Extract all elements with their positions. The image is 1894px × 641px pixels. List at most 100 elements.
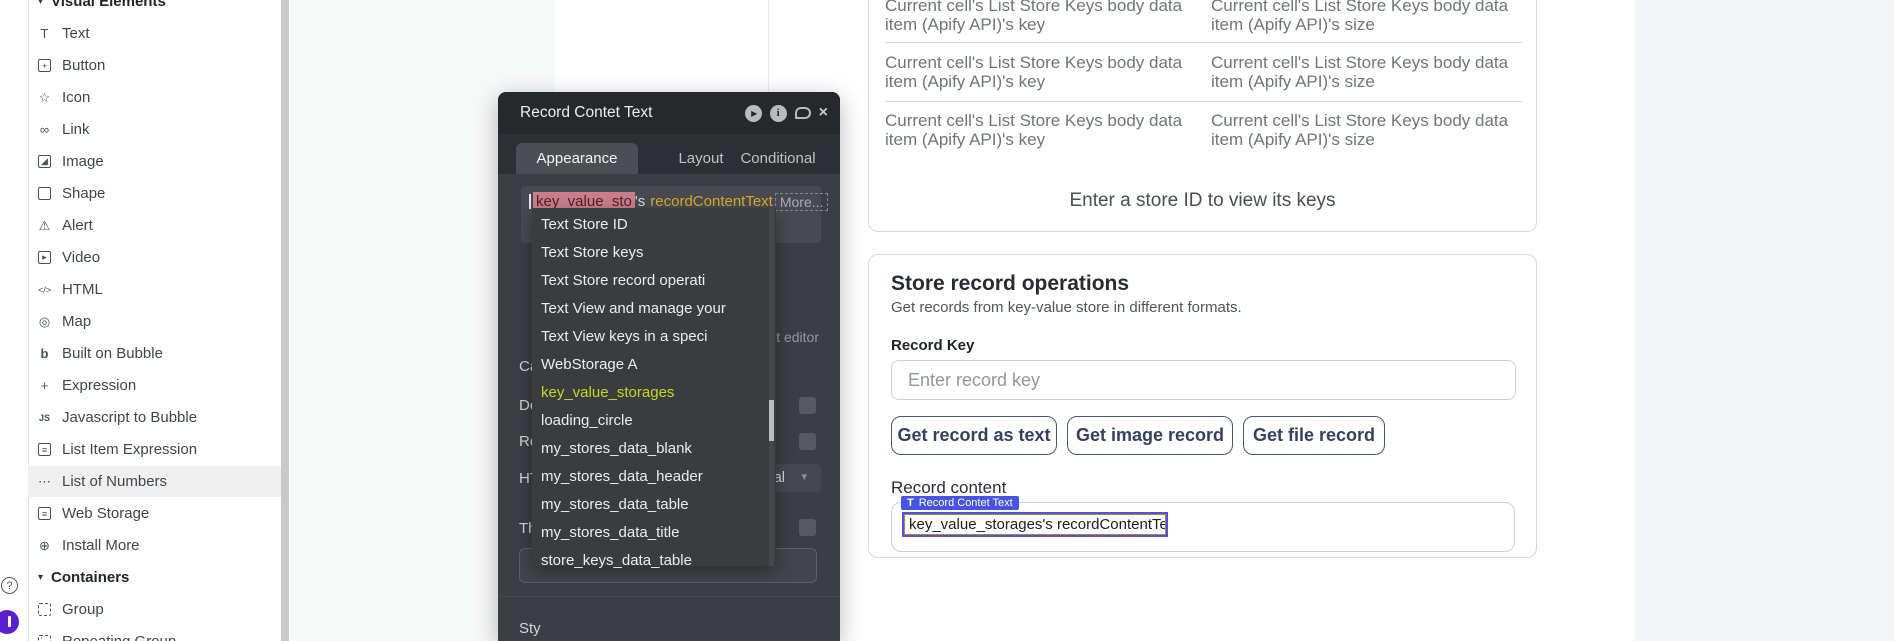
record-key-label: Record Key <box>891 337 974 354</box>
sidebar-item-icon[interactable]: ☆ Icon <box>28 82 281 113</box>
sidebar-item-label: Install More <box>62 537 140 554</box>
get-file-record-button[interactable]: Get file record <box>1243 416 1385 455</box>
alert-icon: ⚠ <box>36 217 53 234</box>
bubble-logo-icon: b <box>36 345 53 362</box>
dropdown-option-my-stores-data-header[interactable]: my_stores_data_header <box>532 463 776 490</box>
checkbox-unchecked[interactable] <box>799 519 816 536</box>
dropdown-option-webstorage-a[interactable]: WebStorage A <box>532 351 776 378</box>
comment-icon[interactable] <box>795 107 811 119</box>
record-content-label: Record content <box>891 478 1006 498</box>
sidebar-item-link[interactable]: ∞Link <box>28 114 281 145</box>
tab-conditional[interactable]: Conditional <box>716 143 840 174</box>
page-group-divider <box>768 0 769 92</box>
close-icon[interactable]: × <box>819 105 828 121</box>
dropdown-option-store-keys-data-table[interactable]: store_keys_data_table <box>532 547 776 574</box>
sidebar-item-built-on-bubble[interactable]: b Built on Bubble <box>28 338 281 369</box>
dropdown-option-my-stores-data-blank[interactable]: my_stores_data_blank <box>532 435 776 462</box>
keys-row-key-cell: Current cell's List Store Keys body data… <box>885 111 1207 149</box>
panel-tabbar: Appearance Layout Conditional <box>498 134 840 174</box>
button-icon: + <box>36 57 53 74</box>
sidebar-item-button[interactable]: + Button <box>28 50 281 81</box>
keys-row-key-cell: Current cell's List Store Keys body data… <box>885 0 1207 34</box>
sidebar-item-label: Button <box>62 57 105 74</box>
section-header-containers[interactable]: ▾Containers <box>28 562 281 593</box>
dropdown-scrollbar-thumb[interactable] <box>769 400 774 441</box>
sidebar-item-html[interactable]: </>HTML <box>28 274 281 305</box>
expression-cursor <box>529 194 531 209</box>
sidebar-item-label: Built on Bubble <box>62 345 163 362</box>
preview-icon[interactable]: ▶ <box>745 105 762 122</box>
dropdown-scrollbar-track <box>769 208 774 566</box>
chevron-down-icon: ▾ <box>801 470 807 483</box>
storage-icon: ≡ <box>36 505 53 522</box>
get-image-record-button[interactable]: Get image record <box>1067 416 1233 455</box>
sidebar-item-javascript-to-bubble[interactable]: JSJavascript to Bubble <box>28 402 281 433</box>
sidebar-item-label: Alert <box>62 217 93 234</box>
checkbox-unchecked[interactable] <box>799 433 816 450</box>
sidebar-item-label: Video <box>62 249 100 266</box>
sidebar-item-list-of-numbers[interactable]: ⋯List of Numbers <box>28 466 281 497</box>
selected-element-tag[interactable]: TRecord Contet Text <box>901 496 1019 510</box>
sidebar-item-label: Web Storage <box>62 505 149 522</box>
dropdown-option-text-view-keys-in-a-speci[interactable]: Text View keys in a speci <box>532 323 776 350</box>
clipboard-icon: ≡ <box>36 441 53 458</box>
sidebar-item-video[interactable]: ▸ Video <box>28 242 281 273</box>
sidebar-item-web-storage[interactable]: ≡ Web Storage <box>28 498 281 529</box>
text-element-icon: T <box>907 497 914 509</box>
sidebar-item-image[interactable]: ◢ Image <box>28 146 281 177</box>
shape-icon <box>36 185 53 202</box>
js-icon: JS <box>36 409 53 426</box>
selected-text-element[interactable]: key_value_storages's recordContentText <box>902 512 1168 537</box>
checkbox-unchecked[interactable] <box>799 397 816 414</box>
sidebar-item-list-item-expression[interactable]: ≡List Item Expression <box>28 434 281 465</box>
store-keys-card: Current cell's List Store Keys body data… <box>868 0 1537 232</box>
panel-titlebar[interactable]: Record Contet Text ▶ i × <box>498 92 840 134</box>
style-label-fragment: Sty <box>519 620 541 637</box>
canvas-right-gutter <box>1635 0 1894 641</box>
video-icon: ▸ <box>36 249 53 266</box>
dropdown-option-my-stores-data-table[interactable]: my_stores_data_table <box>532 491 776 518</box>
sidebar-item-repeating-group[interactable]: ⋱Repeating Group <box>28 626 281 641</box>
empty-state-message: Enter a store ID to view its keys <box>869 190 1536 212</box>
dropdown-option-key-value-storages[interactable]: key_value_storages <box>532 379 776 406</box>
divider <box>498 596 840 597</box>
element-palette: ▾Visual ElementsTText + Button ☆ Icon ∞Link ◢ I… <box>0 0 290 641</box>
section-header-visual-elements[interactable]: ▾Visual Elements <box>28 0 281 17</box>
sidebar-item-label: Icon <box>62 89 90 106</box>
sidebar-item-text[interactable]: TText <box>28 18 281 49</box>
expression-more-token[interactable]: More... <box>775 193 829 211</box>
image-icon: ◢ <box>36 153 53 170</box>
dropdown-option-loading-circle[interactable]: loading_circle <box>532 407 776 434</box>
sidebar-item-label: Image <box>62 153 104 170</box>
sidebar-item-expression[interactable]: + Expression <box>28 370 281 401</box>
plus-icon: + <box>36 377 53 394</box>
card-title: Store record operations <box>891 272 1129 296</box>
record-key-input[interactable] <box>891 360 1516 400</box>
rich-text-editor-link-fragment[interactable]: xt editor <box>769 329 819 345</box>
sidebar-item-map[interactable]: ◎Map <box>28 306 281 337</box>
sidebar-item-shape[interactable]: Shape <box>28 178 281 209</box>
dropdown-option-text-store-id[interactable]: Text Store ID <box>532 211 776 238</box>
palette-scrollbar[interactable] <box>281 0 289 641</box>
link-icon: ∞ <box>36 121 53 138</box>
sidebar-item-group[interactable]: Group <box>28 594 281 625</box>
tab-appearance[interactable]: Appearance <box>516 143 638 174</box>
dropdown-option-my-stores-data-title[interactable]: my_stores_data_title <box>532 519 776 546</box>
dropdown-option-text-store-record-operati[interactable]: Text Store record operati <box>532 267 776 294</box>
dropdown-option-text-store-keys[interactable]: Text Store keys <box>532 239 776 266</box>
help-icon[interactable]: ? <box>1 577 18 594</box>
row-separator <box>885 42 1522 43</box>
ellipsis-icon: ⋯ <box>36 473 53 490</box>
bubble-editor-screen: Current cell's List Store Keys body data… <box>0 0 1894 641</box>
sidebar-item-alert[interactable]: ⚠ Alert <box>28 210 281 241</box>
sidebar-item-label: HTML <box>62 281 103 298</box>
sidebar-item-label: Expression <box>62 377 136 394</box>
keys-row-size-cell: Current cell's List Store Keys body data… <box>1211 0 1533 34</box>
sidebar-item-install-more[interactable]: ⊕Install More <box>28 530 281 561</box>
dropdown-option-text-view-and-manage-your[interactable]: Text View and manage your <box>532 295 776 322</box>
info-icon[interactable]: i <box>770 105 787 122</box>
star-icon: ☆ <box>36 89 53 106</box>
store-record-operations-card: Store record operations Get records from… <box>868 254 1537 558</box>
panel-title: Record Contet Text <box>520 104 652 122</box>
get-record-as-text-button[interactable]: Get record as text <box>891 416 1057 455</box>
